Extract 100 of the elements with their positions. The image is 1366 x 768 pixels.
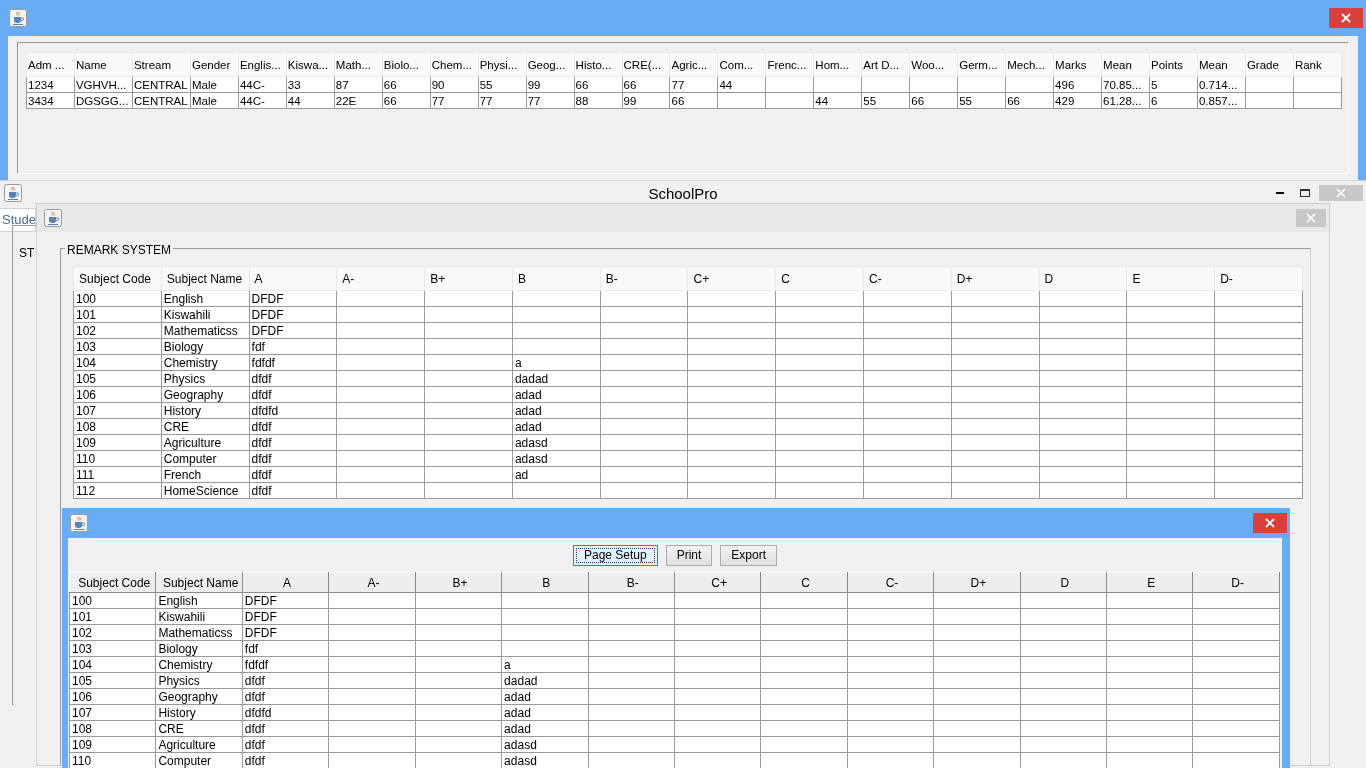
table-cell: 55 [478, 76, 527, 93]
column-header: C- [863, 266, 952, 291]
table-cell: 429 [1053, 92, 1102, 109]
table-cell: Agriculture [155, 736, 243, 753]
close-icon [1336, 187, 1346, 198]
table-cell: adasd [512, 450, 601, 467]
table-cell: fdfdf [242, 656, 329, 673]
column-header: Marks [1053, 52, 1102, 77]
table-cell: Physics [155, 672, 243, 689]
table-cell: DFDF [242, 624, 329, 641]
table-cell: 66 [574, 76, 623, 93]
toolbar-button[interactable]: Export [720, 544, 778, 566]
column-header: Kiswa... [286, 52, 335, 77]
table-cell: 66 [1005, 92, 1054, 109]
table-cell: CENTRAL [132, 76, 191, 93]
toolbar-button[interactable]: Page Setup [572, 544, 658, 566]
table-cell: 77 [478, 92, 527, 109]
table-cell: ad [512, 466, 601, 483]
table-cell: dfdf [249, 482, 337, 499]
table-cell: 44C- [238, 76, 287, 93]
table-cell: adad [512, 402, 601, 419]
column-header: E [1106, 572, 1193, 593]
column-header: Biolo... [382, 52, 431, 77]
table-cell: 99 [526, 76, 575, 93]
table-cell: 61.28... [1101, 92, 1150, 109]
column-header: Com... [717, 52, 766, 77]
table-cell: 33 [286, 76, 335, 93]
table-cell: 107 [73, 402, 162, 419]
column-header: B [512, 266, 601, 291]
table-cell: 111 [73, 466, 162, 483]
table-cell: 44 [717, 76, 766, 93]
table-cell: dfdf [242, 672, 329, 689]
table-cell: 44 [813, 92, 862, 109]
column-header: Subject Name [155, 572, 243, 593]
table-cell: 100 [69, 592, 156, 609]
minimize-icon [1276, 191, 1284, 194]
table-cell: dfdf [249, 434, 337, 451]
table-cell: dfdf [242, 736, 329, 753]
tab[interactable]: Stude [0, 208, 36, 232]
table-cell: 3434 [26, 92, 75, 109]
table-cell: 66 [909, 92, 958, 109]
column-header: D- [1193, 572, 1280, 593]
table-cell: French [161, 466, 250, 483]
table-cell: CENTRAL [132, 92, 191, 109]
table-cell: 101 [73, 306, 162, 323]
table-cell: Biology [155, 640, 243, 657]
column-header: Points [1149, 52, 1198, 77]
maximize-icon [1300, 187, 1310, 198]
table-cell: dfdf [249, 370, 337, 387]
table-cell: 22E [334, 92, 383, 109]
table-cell: DFDF [242, 592, 329, 609]
table-cell: DFDF [249, 306, 337, 323]
table-cell: adasd [501, 736, 589, 753]
table-cell: 105 [69, 672, 156, 689]
table-cell: 70.85... [1101, 76, 1150, 93]
table-cell: 66 [670, 92, 718, 109]
table-cell: dfdf [249, 386, 337, 403]
close-button[interactable] [1329, 8, 1363, 28]
column-header: B+ [415, 572, 502, 593]
group-title: ST [19, 245, 35, 262]
close-button[interactable] [1253, 513, 1287, 533]
table-cell: 104 [69, 656, 156, 673]
table-cell: dfdf [242, 688, 329, 705]
table-cell: DFDF [249, 322, 337, 339]
column-header: Subject Code [69, 572, 156, 593]
table-cell: 108 [69, 720, 156, 737]
table-cell: 66 [382, 92, 431, 109]
table-cell: DGSGG... [74, 92, 133, 109]
column-header: Rank [1293, 52, 1342, 77]
table-cell: adasd [501, 752, 589, 768]
column-header: Art D... [861, 52, 910, 77]
cup-icon [70, 514, 88, 532]
table-cell: Agriculture [161, 434, 250, 451]
table-cell: English [161, 290, 250, 307]
table-cell: Geography [161, 386, 250, 403]
table-cell: 109 [69, 736, 156, 753]
table-cell: Geography [155, 688, 243, 705]
table-cell: 108 [73, 418, 162, 435]
column-header: Stream [132, 52, 191, 77]
table-cell: Chemistry [161, 354, 250, 371]
table-cell: adasd [512, 434, 601, 451]
table-cell: 102 [73, 322, 162, 339]
column-header: Frenc... [765, 52, 814, 77]
table-cell: 107 [69, 704, 156, 721]
table-cell: 109 [73, 434, 162, 451]
table-cell: 55 [861, 92, 910, 109]
table-cell: 5 [1149, 76, 1198, 93]
table-cell: 1234 [26, 76, 75, 93]
column-header: D+ [951, 266, 1040, 291]
toolbar-button[interactable]: Print [665, 544, 713, 566]
table-cell: dadad [501, 672, 589, 689]
table-cell: adad [501, 688, 589, 705]
table-cell: 496 [1053, 76, 1102, 93]
column-header: B- [600, 266, 688, 291]
column-header: D [1020, 572, 1107, 593]
table-cell: 99 [622, 92, 670, 109]
column-header: D [1039, 266, 1127, 291]
column-header: Name [74, 52, 133, 77]
table-cell: Male [190, 76, 239, 93]
close-icon [1265, 518, 1275, 528]
